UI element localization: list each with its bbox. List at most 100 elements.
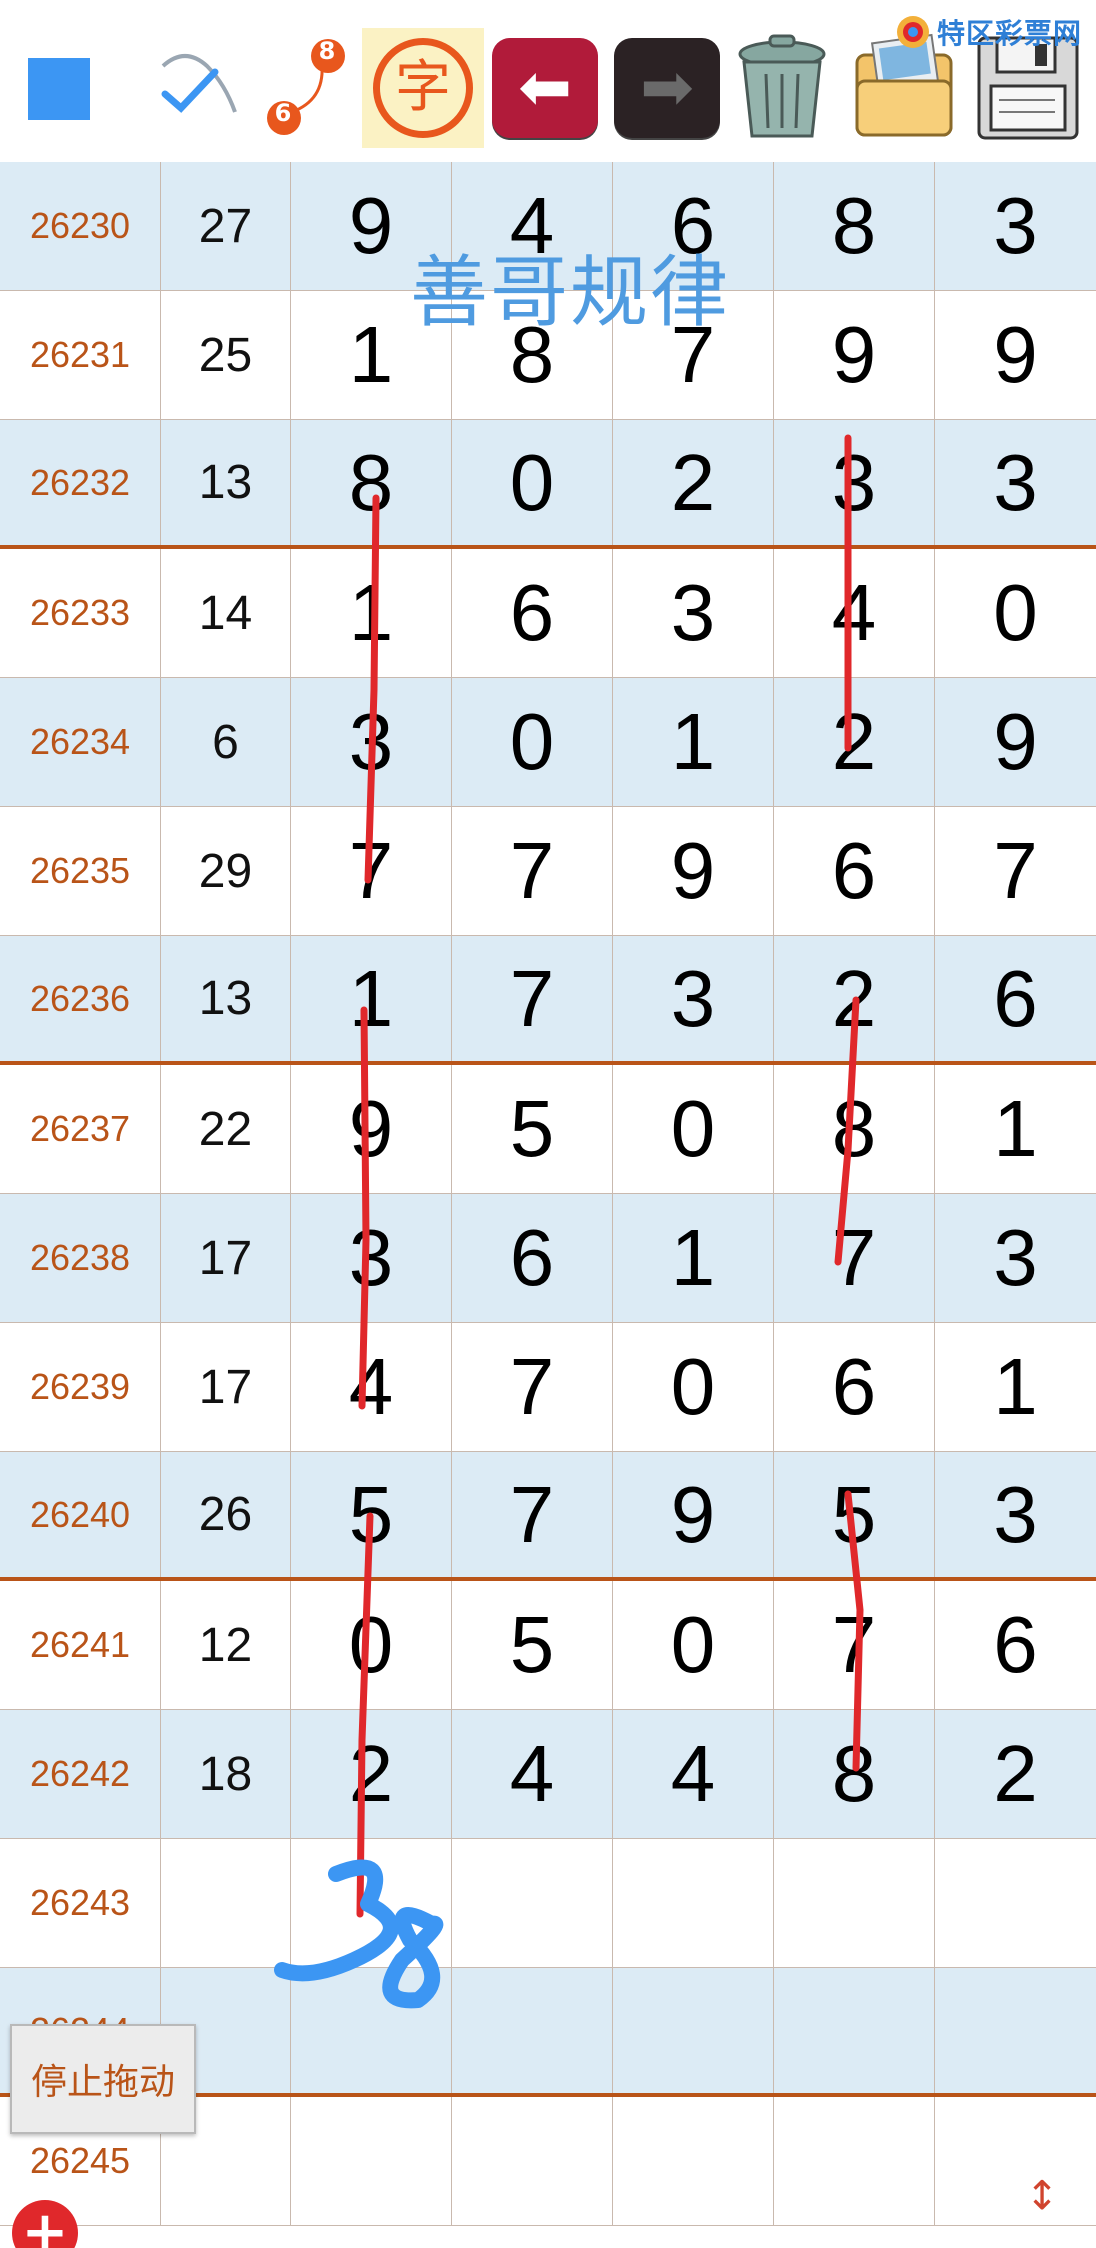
digit-cell[interactable]: 9	[935, 678, 1096, 806]
digit-cell[interactable]: 4	[613, 1710, 774, 1838]
digit-cell[interactable]	[452, 1839, 613, 1967]
digit-cell[interactable]: 6	[935, 936, 1096, 1061]
seq-to-label: 8	[318, 37, 336, 65]
digit-cell[interactable]: 7	[774, 1194, 935, 1322]
digit-cell[interactable]: 9	[613, 1452, 774, 1577]
digit-cell[interactable]: 8	[774, 162, 935, 290]
digit-cell[interactable]: 0	[613, 1323, 774, 1451]
digit-cell[interactable]: 3	[291, 678, 452, 806]
digit-cell[interactable]: 0	[291, 1581, 452, 1709]
draw-check-button[interactable]	[140, 22, 250, 150]
digit-cell[interactable]: 2	[935, 1710, 1096, 1838]
digit-cell[interactable]: 7	[452, 1452, 613, 1577]
redo-button[interactable]: ➡	[614, 38, 720, 138]
digit-cell[interactable]: 3	[935, 420, 1096, 545]
issue-number: 26238	[0, 1194, 161, 1322]
digit-cell[interactable]: 5	[452, 1581, 613, 1709]
digit-cell[interactable]: 8	[774, 1065, 935, 1193]
digit-cell[interactable]: 1	[291, 936, 452, 1061]
digit-cell[interactable]: 6	[935, 1581, 1096, 1709]
digit-cell[interactable]: 9	[935, 291, 1096, 419]
digit-cell[interactable]: 7	[774, 1581, 935, 1709]
digit-cell[interactable]	[774, 2097, 935, 2225]
digit-cell[interactable]	[613, 2097, 774, 2225]
digit-cell[interactable]: 2	[774, 678, 935, 806]
undo-button[interactable]: ⬅	[492, 38, 598, 138]
digit-cell[interactable]	[774, 1839, 935, 1967]
digit-cell[interactable]: 3	[935, 1452, 1096, 1577]
digit-cell[interactable]	[452, 1968, 613, 2093]
digit-cell[interactable]: 3	[613, 936, 774, 1061]
digit-cell[interactable]: 1	[935, 1323, 1096, 1451]
digit-cell[interactable]: 1	[613, 678, 774, 806]
digit-cell[interactable]: 0	[613, 1065, 774, 1193]
digit-cell[interactable]	[935, 1968, 1096, 2093]
digit-cell[interactable]: 7	[935, 807, 1096, 935]
digit-cell[interactable]: 3	[613, 549, 774, 677]
issue-number: 26241	[0, 1581, 161, 1709]
digit-cell[interactable]: 2	[613, 420, 774, 545]
digit-cell[interactable]: 2	[291, 1710, 452, 1838]
digit-cell[interactable]	[613, 1968, 774, 2093]
sum-value: 17	[161, 1194, 291, 1322]
digit-cell[interactable]: 2	[774, 936, 935, 1061]
digit-cell[interactable]: 7	[452, 936, 613, 1061]
digit-cell[interactable]	[774, 1968, 935, 2093]
digit-cell[interactable]	[291, 1968, 452, 2093]
digit-cell[interactable]	[291, 2097, 452, 2225]
digit-cell[interactable]: 7	[291, 807, 452, 935]
digit-cell[interactable]: 7	[452, 807, 613, 935]
digit-cell[interactable]: 1	[291, 549, 452, 677]
digit-cell[interactable]: 6	[774, 807, 935, 935]
scroll-to-bottom-button[interactable]: ↕	[1018, 2176, 1066, 2248]
table-row: 26233 14 1 6 3 4 0	[0, 549, 1096, 678]
digit-cell[interactable]: 9	[613, 807, 774, 935]
seq-from-label: 6	[274, 99, 292, 127]
arrow-right-icon: ➡	[640, 51, 694, 125]
digit-cell[interactable]: 7	[452, 1323, 613, 1451]
color-square-button[interactable]	[28, 58, 90, 120]
digit-cell[interactable]: 4	[452, 1710, 613, 1838]
digit-cell[interactable]: 5	[774, 1452, 935, 1577]
digit-cell[interactable]: 5	[291, 1452, 452, 1577]
digit-cell[interactable]	[452, 2097, 613, 2225]
issue-number: 26231	[0, 291, 161, 419]
text-tool-button[interactable]: 字	[362, 28, 484, 148]
sequence-button[interactable]: 6 8	[258, 22, 358, 150]
digit-cell[interactable]: 8	[291, 420, 452, 545]
digit-cell[interactable]	[935, 2097, 1096, 2225]
digit-cell[interactable]: 9	[774, 291, 935, 419]
digit-cell[interactable]: 3	[291, 1194, 452, 1322]
digit-cell[interactable]: 0	[452, 420, 613, 545]
digit-cell[interactable]: 1	[613, 1194, 774, 1322]
toolbar: 6 8 字 ⬅ ➡ 特区彩票网	[0, 0, 1096, 162]
digit-cell[interactable]: 0	[935, 549, 1096, 677]
table-row: 26238 17 3 6 1 7 3	[0, 1194, 1096, 1323]
add-button[interactable]: +	[12, 2200, 78, 2248]
char-icon: 字	[373, 38, 473, 138]
digit-cell[interactable]: 0	[613, 1581, 774, 1709]
digit-cell[interactable]: 1	[935, 1065, 1096, 1193]
digit-cell[interactable]: 8	[774, 1710, 935, 1838]
digit-cell[interactable]: 4	[291, 1323, 452, 1451]
pen-check-icon	[161, 54, 237, 113]
digit-cell[interactable]: 6	[452, 1194, 613, 1322]
table-row: 26237 22 9 5 0 8 1	[0, 1065, 1096, 1194]
digit-cell[interactable]	[613, 1839, 774, 1967]
table-row: 26235 29 7 7 9 6 7	[0, 807, 1096, 936]
stop-drag-button[interactable]: 停止拖动	[10, 2024, 196, 2134]
digit-cell[interactable]: 3	[935, 162, 1096, 290]
digit-cell[interactable]	[935, 1839, 1096, 1967]
digit-cell[interactable]: 4	[774, 549, 935, 677]
digit-cell[interactable]: 3	[935, 1194, 1096, 1322]
digit-cell[interactable]: 6	[774, 1323, 935, 1451]
digit-cell[interactable]: 5	[452, 1065, 613, 1193]
digit-cell[interactable]: 3	[774, 420, 935, 545]
digit-cell[interactable]: 0	[452, 678, 613, 806]
sum-value: 22	[161, 1065, 291, 1193]
delete-button[interactable]	[726, 28, 838, 148]
digit-cell[interactable]: 9	[291, 1065, 452, 1193]
digit-cell[interactable]	[291, 1839, 452, 1967]
digit-cell[interactable]: 6	[452, 549, 613, 677]
watermark-title: 善哥规律	[410, 248, 731, 338]
